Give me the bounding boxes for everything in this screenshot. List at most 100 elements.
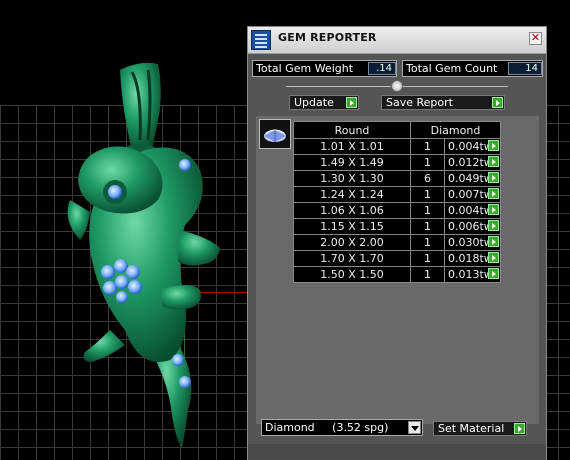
table-row[interactable]: 1.30 X 1.30 6 0.049tw (293, 170, 501, 187)
gem-weight-value: 0.049tw (448, 172, 493, 185)
table-row[interactable]: 2.00 X 2.00 1 0.030tw (293, 234, 501, 251)
save-report-button[interactable]: Save Report (381, 95, 505, 110)
gem-weight-value: 0.018tw (448, 252, 493, 265)
select-gem-arrow-icon[interactable] (488, 204, 499, 215)
gem-count-cell: 1 (410, 218, 445, 235)
gem-count-cell: 1 (410, 186, 445, 203)
set-material-label: Set Material (438, 422, 505, 435)
gem-weight-cell: 0.004tw (444, 138, 501, 155)
update-button[interactable]: Update (289, 95, 359, 110)
gem-tail-2 (179, 376, 191, 388)
gem-reporter-app-icon (251, 30, 271, 50)
play-arrow-icon (514, 423, 525, 434)
gem-size-cell: 1.70 X 1.70 (293, 250, 411, 267)
gem-weight-cell: 0.007tw (444, 186, 501, 203)
gem-cluster-4 (103, 281, 117, 295)
update-label: Update (294, 96, 334, 109)
gem-size-cell: 1.50 X 1.50 (293, 266, 411, 283)
play-arrow-icon (346, 97, 357, 108)
gem-count-cell: 1 (410, 250, 445, 267)
panel-footer (248, 444, 546, 460)
gem-table-area: Round Diamond 1.01 X 1.01 1 0.004tw 1.49 X … (256, 116, 539, 424)
gem-size-cell: 1.24 X 1.24 (293, 186, 411, 203)
gem-weight-cell: 0.030tw (444, 234, 501, 251)
gem-weight-cell: 0.012tw (444, 154, 501, 171)
table-row[interactable]: 1.01 X 1.01 1 0.004tw (293, 138, 501, 155)
gem-weight-value: 0.007tw (448, 188, 493, 201)
total-gem-count-label: Total Gem Count (406, 62, 498, 75)
left-leg (83, 330, 125, 362)
play-arrow-icon (492, 97, 503, 108)
total-gem-count-value: 14 (508, 62, 542, 75)
rear-leg (160, 285, 201, 310)
gem-weight-value: 0.012tw (448, 156, 493, 169)
header-shape: Round (293, 121, 411, 139)
frog-pendant-model[interactable] (0, 0, 250, 460)
select-gem-arrow-icon[interactable] (488, 188, 499, 199)
gem-weight-value: 0.004tw (448, 204, 493, 217)
table-row[interactable]: 1.06 X 1.06 1 0.004tw (293, 202, 501, 219)
gem-eye (108, 185, 122, 199)
gem-weight-cell: 0.006tw (444, 218, 501, 235)
select-gem-arrow-icon[interactable] (488, 252, 499, 263)
chevron-down-icon[interactable] (408, 421, 421, 434)
front-leg (178, 230, 220, 266)
gem-cluster-3 (126, 265, 140, 279)
total-gem-count-field: Total Gem Count 14 (402, 60, 543, 77)
table-row[interactable]: 1.15 X 1.15 1 0.006tw (293, 218, 501, 235)
gem-cluster-5 (115, 275, 129, 289)
gem-tail-1 (172, 354, 184, 366)
gem-count-cell: 1 (410, 266, 445, 283)
save-report-label: Save Report (386, 96, 453, 109)
material-selected-value: Diamond (3.52 spg) (265, 421, 389, 434)
gem-size-cell: 1.15 X 1.15 (293, 218, 411, 235)
gem-size-cell: 1.01 X 1.01 (293, 138, 411, 155)
gem-count-cell: 1 (410, 154, 445, 171)
left-arm (67, 200, 90, 240)
table-row[interactable]: 1.70 X 1.70 1 0.018tw (293, 250, 501, 267)
total-gem-weight-label: Total Gem Weight (256, 62, 354, 75)
panel-title: GEM REPORTER (278, 31, 377, 44)
gem-count-cell: 1 (410, 202, 445, 219)
table-row[interactable]: 1.50 X 1.50 1 0.013tw (293, 266, 501, 283)
gem-size-cell: 1.49 X 1.49 (293, 154, 411, 171)
select-gem-arrow-icon[interactable] (488, 156, 499, 167)
table-row[interactable]: 1.49 X 1.49 1 0.012tw (293, 154, 501, 171)
header-material: Diamond (410, 121, 501, 139)
close-icon[interactable]: ✕ (529, 32, 542, 45)
gem-weight-cell: 0.013tw (444, 266, 501, 283)
set-material-button[interactable]: Set Material (433, 421, 527, 436)
gem-weight-value: 0.004tw (448, 140, 493, 153)
select-gem-arrow-icon[interactable] (488, 268, 499, 279)
gem-cluster-2 (114, 259, 128, 273)
gem-count-cell: 1 (410, 234, 445, 251)
diamond-icon[interactable] (259, 119, 291, 149)
gem-weight-value: 0.030tw (448, 236, 493, 249)
material-dropdown[interactable]: Diamond (3.52 spg) (261, 419, 423, 436)
gem-count-cell: 1 (410, 138, 445, 155)
gem-count-cell: 6 (410, 170, 445, 187)
gem-table: Round Diamond 1.01 X 1.01 1 0.004tw 1.49 X … (293, 121, 501, 283)
gem-size-cell: 1.06 X 1.06 (293, 202, 411, 219)
total-gem-weight-field: Total Gem Weight .14 (252, 60, 397, 77)
select-gem-arrow-icon[interactable] (488, 140, 499, 151)
total-gem-weight-value: .14 (368, 62, 396, 75)
gem-reporter-panel: GEM REPORTER ✕ Total Gem Weight .14 Tota… (247, 26, 547, 460)
select-gem-arrow-icon[interactable] (488, 220, 499, 231)
gem-size-cell: 1.30 X 1.30 (293, 170, 411, 187)
gem-weight-value: 0.006tw (448, 220, 493, 233)
table-row[interactable]: 1.24 X 1.24 1 0.007tw (293, 186, 501, 203)
gem-cluster-6 (128, 280, 142, 294)
table-header-row: Round Diamond (293, 121, 501, 139)
gem-weight-value: 0.013tw (448, 268, 493, 281)
panel-titlebar[interactable]: GEM REPORTER ✕ (248, 27, 546, 54)
gem-cluster-1 (101, 265, 115, 279)
select-gem-arrow-icon[interactable] (488, 172, 499, 183)
select-gem-arrow-icon[interactable] (488, 236, 499, 247)
gem-cluster-7 (116, 291, 128, 303)
gem-size-cell: 2.00 X 2.00 (293, 234, 411, 251)
splitter-knob[interactable] (391, 80, 403, 92)
gem-weight-cell: 0.004tw (444, 202, 501, 219)
gem-head (179, 159, 191, 171)
gem-weight-cell: 0.018tw (444, 250, 501, 267)
